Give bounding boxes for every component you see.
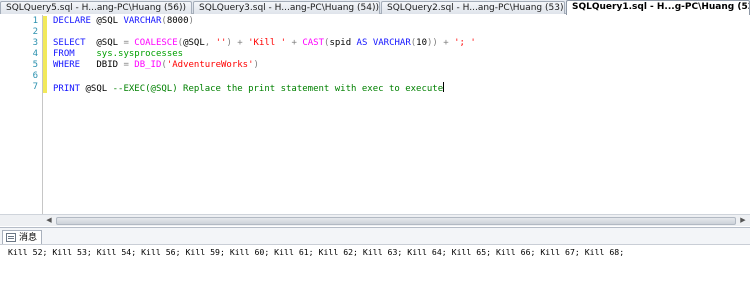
code-line-5: WHERE DBID = DB_ID('AdventureWorks') <box>53 60 259 71</box>
line-number: 5 <box>32 60 38 70</box>
number-literal: 10 <box>416 38 428 48</box>
comma: , <box>204 38 216 48</box>
scroll-left-arrow-icon[interactable]: ◀ <box>44 216 54 226</box>
tab-sqlquery5[interactable]: SQLQuery5.sql - H...ang-PC\Huang (56)) <box>0 1 192 14</box>
code-line-4: FROM sys.sysprocesses <box>53 49 183 60</box>
keyword-declare: DECLARE <box>53 16 91 26</box>
tab-messages[interactable]: 消息 <box>2 230 42 244</box>
query-editor[interactable]: 1 2 3 4 5 6 7 DECLARE @SQL VARCHAR(8000)… <box>0 15 750 214</box>
scrollbar-thumb[interactable] <box>56 217 736 225</box>
variable-sql: @SQL <box>183 38 205 48</box>
text-caret <box>443 82 445 92</box>
line-number: 7 <box>32 82 38 92</box>
messages-output-text: Kill 52; Kill 53; Kill 54; Kill 56; Kill… <box>8 247 625 257</box>
line-number-gutter: 1 2 3 4 5 6 7 <box>0 15 42 214</box>
editor-horizontal-scrollbar[interactable]: ◀ ▶ <box>0 214 750 226</box>
tab-sqlquery2[interactable]: SQLQuery2.sql - H...ang-PC\Huang (53)) <box>381 1 565 14</box>
comment: --EXEC(@SQL) Replace the print statement… <box>112 84 444 94</box>
type-varchar: VARCHAR <box>372 38 411 48</box>
code-line-3: SELECT @SQL = COALESCE(@SQL, '') + 'Kill… <box>53 38 476 49</box>
function-db-id: DB_ID <box>134 60 162 70</box>
variable-sql: @SQL <box>80 84 113 94</box>
keyword-select: SELECT <box>53 38 86 48</box>
document-tab-strip: SQLQuery5.sql - H...ang-PC\Huang (56)) S… <box>0 0 750 15</box>
messages-output-pane[interactable]: Kill 52; Kill 53; Kill 54; Kill 56; Kill… <box>0 245 750 281</box>
number-literal: 8000 <box>166 16 189 26</box>
paren-close: ) <box>253 60 259 70</box>
type-varchar: VARCHAR <box>123 16 162 26</box>
keyword-print: PRINT <box>53 84 81 94</box>
messages-icon <box>6 233 16 242</box>
paren-close: )) <box>427 38 438 48</box>
scroll-right-arrow-icon[interactable]: ▶ <box>738 216 748 226</box>
column-spid: spid <box>329 38 357 48</box>
string-kill: 'Kill ' <box>248 38 287 48</box>
string-database-name: 'AdventureWorks' <box>166 60 254 70</box>
results-tab-strip: 消息 <box>0 227 750 245</box>
variable-sql: @SQL <box>90 16 124 26</box>
tab-sqlquery1-active[interactable]: SQLQuery1.sql - H...g-PC\Huang (52))* <box>566 0 750 15</box>
string-empty: '' <box>215 38 227 48</box>
paren-close: ) <box>188 16 194 26</box>
line-number: 2 <box>32 27 38 37</box>
line-number: 3 <box>32 38 38 48</box>
line-number: 6 <box>32 71 38 81</box>
column-dbid: DBID <box>96 60 124 70</box>
line-number: 4 <box>32 49 38 59</box>
function-coalesce: COALESCE <box>134 38 178 48</box>
tab-messages-label: 消息 <box>19 232 38 243</box>
keyword-from: FROM <box>53 49 75 59</box>
changed-lines-marker <box>43 16 47 93</box>
line-number: 1 <box>32 16 38 26</box>
keyword-where: WHERE <box>53 60 81 70</box>
string-semicolon: '; ' <box>454 38 476 48</box>
variable-sql: @SQL <box>85 38 124 48</box>
function-cast: CAST <box>302 38 325 48</box>
system-view-sysprocesses: sys.sysprocesses <box>96 49 184 59</box>
code-line-7: PRINT @SQL --EXEC(@SQL) Replace the prin… <box>53 82 445 94</box>
code-line-1: DECLARE @SQL VARCHAR(8000) <box>53 16 194 27</box>
tab-sqlquery3[interactable]: SQLQuery3.sql - H...ang-PC\Huang (54)) <box>193 1 380 14</box>
keyword-as: AS <box>356 38 368 48</box>
